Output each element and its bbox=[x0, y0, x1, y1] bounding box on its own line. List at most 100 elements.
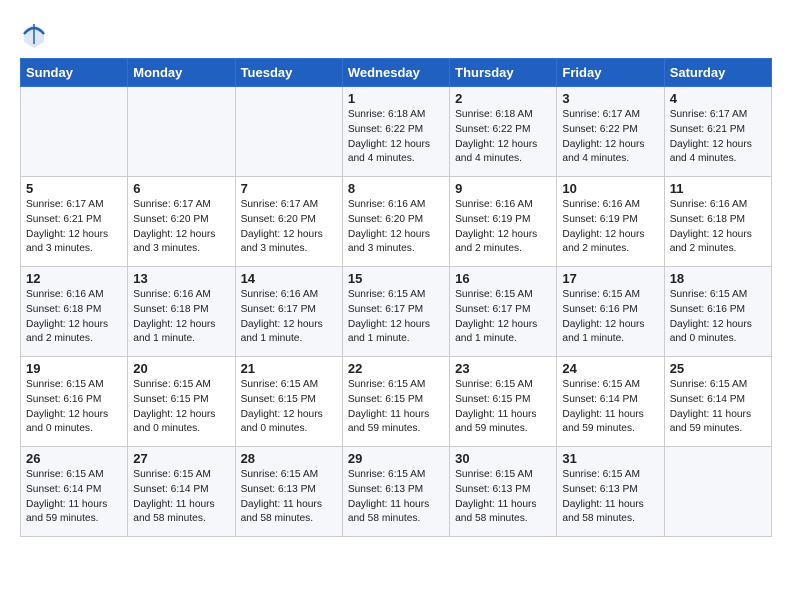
day-number: 15 bbox=[348, 271, 444, 286]
calendar-cell: 30 Sunrise: 6:15 AM Sunset: 6:13 PM Dayli… bbox=[450, 447, 557, 537]
calendar-cell: 9 Sunrise: 6:16 AM Sunset: 6:19 PM Daylig… bbox=[450, 177, 557, 267]
day-info: Sunrise: 6:15 AM Sunset: 6:14 PM Dayligh… bbox=[562, 378, 658, 437]
calendar-cell: 20 Sunrise: 6:15 AM Sunset: 6:15 PM Dayli… bbox=[128, 357, 235, 447]
day-info: Sunrise: 6:15 AM Sunset: 6:17 PM Dayligh… bbox=[348, 288, 444, 347]
day-info: Sunrise: 6:15 AM Sunset: 6:16 PM Dayligh… bbox=[562, 288, 658, 347]
weekday-header: Wednesday bbox=[342, 59, 449, 87]
calendar-cell: 29 Sunrise: 6:15 AM Sunset: 6:13 PM Dayli… bbox=[342, 447, 449, 537]
calendar-cell: 19Sunrise: 6:15 AM Sunset: 6:16 PM Dayli… bbox=[21, 357, 128, 447]
day-info: Sunrise: 6:15 AM Sunset: 6:15 PM Dayligh… bbox=[348, 378, 444, 437]
day-number: 27 bbox=[133, 451, 229, 466]
day-info: Sunrise: 6:16 AM Sunset: 6:17 PM Dayligh… bbox=[241, 288, 337, 347]
day-info: Sunrise: 6:15 AM Sunset: 6:14 PM Dayligh… bbox=[670, 378, 766, 437]
day-number: 8 bbox=[348, 181, 444, 196]
calendar-cell bbox=[128, 87, 235, 177]
day-number: 9 bbox=[455, 181, 551, 196]
weekday-header: Saturday bbox=[664, 59, 771, 87]
calendar-cell: 1Sunrise: 6:18 AM Sunset: 6:22 PM Daylig… bbox=[342, 87, 449, 177]
day-info: Sunrise: 6:15 AM Sunset: 6:17 PM Dayligh… bbox=[455, 288, 551, 347]
day-info: Sunrise: 6:17 AM Sunset: 6:20 PM Dayligh… bbox=[133, 198, 229, 257]
calendar-cell: 18 Sunrise: 6:15 AM Sunset: 6:16 PM Dayli… bbox=[664, 267, 771, 357]
day-info: Sunrise: 6:16 AM Sunset: 6:19 PM Dayligh… bbox=[562, 198, 658, 257]
day-info: Sunrise: 6:17 AM Sunset: 6:20 PM Dayligh… bbox=[241, 198, 337, 257]
day-info: Sunrise: 6:15 AM Sunset: 6:13 PM Dayligh… bbox=[348, 468, 444, 527]
calendar-cell: 10 Sunrise: 6:16 AM Sunset: 6:19 PM Dayli… bbox=[557, 177, 664, 267]
calendar-cell: 12 Sunrise: 6:16 AM Sunset: 6:18 PM Dayli… bbox=[21, 267, 128, 357]
day-number: 23 bbox=[455, 361, 551, 376]
day-number: 26 bbox=[26, 451, 122, 466]
day-info: Sunrise: 6:17 AM Sunset: 6:22 PM Dayligh… bbox=[562, 108, 658, 167]
calendar-cell: 25 Sunrise: 6:15 AM Sunset: 6:14 PM Dayli… bbox=[664, 357, 771, 447]
calendar-cell bbox=[21, 87, 128, 177]
calendar-cell: 13Sunrise: 6:16 AM Sunset: 6:18 PM Dayli… bbox=[128, 267, 235, 357]
day-number: 30 bbox=[455, 451, 551, 466]
calendar-cell: 21 Sunrise: 6:15 AM Sunset: 6:15 PM Dayli… bbox=[235, 357, 342, 447]
day-number: 13 bbox=[133, 271, 229, 286]
calendar-cell: 5 Sunrise: 6:17 AM Sunset: 6:21 PM Daylig… bbox=[21, 177, 128, 267]
calendar-cell: 31 Sunrise: 6:15 AM Sunset: 6:13 PM Dayli… bbox=[557, 447, 664, 537]
day-info: Sunrise: 6:16 AM Sunset: 6:18 PM Dayligh… bbox=[26, 288, 122, 347]
calendar-cell bbox=[664, 447, 771, 537]
day-info: Sunrise: 6:15 AM Sunset: 6:15 PM Dayligh… bbox=[241, 378, 337, 437]
day-number: 11 bbox=[670, 181, 766, 196]
calendar-cell: 16 Sunrise: 6:15 AM Sunset: 6:17 PM Dayli… bbox=[450, 267, 557, 357]
day-info: Sunrise: 6:17 AM Sunset: 6:21 PM Dayligh… bbox=[26, 198, 122, 257]
calendar-week-row: 5 Sunrise: 6:17 AM Sunset: 6:21 PM Daylig… bbox=[21, 177, 772, 267]
calendar-table: SundayMondayTuesdayWednesdayThursdayFrid… bbox=[20, 58, 772, 537]
logo-icon bbox=[20, 20, 48, 48]
weekday-header: Monday bbox=[128, 59, 235, 87]
day-info: Sunrise: 6:15 AM Sunset: 6:14 PM Dayligh… bbox=[26, 468, 122, 527]
day-number: 24 bbox=[562, 361, 658, 376]
day-info: Sunrise: 6:16 AM Sunset: 6:18 PM Dayligh… bbox=[670, 198, 766, 257]
day-info: Sunrise: 6:15 AM Sunset: 6:16 PM Dayligh… bbox=[670, 288, 766, 347]
calendar-cell: 8 Sunrise: 6:16 AM Sunset: 6:20 PM Daylig… bbox=[342, 177, 449, 267]
calendar-header: SundayMondayTuesdayWednesdayThursdayFrid… bbox=[21, 59, 772, 87]
day-info: Sunrise: 6:15 AM Sunset: 6:15 PM Dayligh… bbox=[455, 378, 551, 437]
day-number: 20 bbox=[133, 361, 229, 376]
calendar-cell: 2Sunrise: 6:18 AM Sunset: 6:22 PM Daylig… bbox=[450, 87, 557, 177]
calendar-cell: 17Sunrise: 6:15 AM Sunset: 6:16 PM Dayli… bbox=[557, 267, 664, 357]
weekday-header: Thursday bbox=[450, 59, 557, 87]
calendar-cell: 4 Sunrise: 6:17 AM Sunset: 6:21 PM Daylig… bbox=[664, 87, 771, 177]
calendar-cell: 23 Sunrise: 6:15 AM Sunset: 6:15 PM Dayli… bbox=[450, 357, 557, 447]
day-info: Sunrise: 6:15 AM Sunset: 6:13 PM Dayligh… bbox=[455, 468, 551, 527]
day-info: Sunrise: 6:16 AM Sunset: 6:20 PM Dayligh… bbox=[348, 198, 444, 257]
calendar-cell: 6 Sunrise: 6:17 AM Sunset: 6:20 PM Daylig… bbox=[128, 177, 235, 267]
day-number: 10 bbox=[562, 181, 658, 196]
calendar-cell: 14 Sunrise: 6:16 AM Sunset: 6:17 PM Dayli… bbox=[235, 267, 342, 357]
weekday-header: Sunday bbox=[21, 59, 128, 87]
calendar-week-row: 12 Sunrise: 6:16 AM Sunset: 6:18 PM Dayli… bbox=[21, 267, 772, 357]
day-number: 22 bbox=[348, 361, 444, 376]
calendar-cell: 26 Sunrise: 6:15 AM Sunset: 6:14 PM Dayli… bbox=[21, 447, 128, 537]
day-info: Sunrise: 6:18 AM Sunset: 6:22 PM Dayligh… bbox=[348, 108, 444, 167]
day-number: 4 bbox=[670, 91, 766, 106]
day-number: 19 bbox=[26, 361, 122, 376]
day-number: 25 bbox=[670, 361, 766, 376]
calendar-cell: 11 Sunrise: 6:16 AM Sunset: 6:18 PM Dayli… bbox=[664, 177, 771, 267]
day-number: 12 bbox=[26, 271, 122, 286]
day-info: Sunrise: 6:16 AM Sunset: 6:19 PM Dayligh… bbox=[455, 198, 551, 257]
day-number: 14 bbox=[241, 271, 337, 286]
day-info: Sunrise: 6:17 AM Sunset: 6:21 PM Dayligh… bbox=[670, 108, 766, 167]
page-header bbox=[20, 20, 772, 48]
day-number: 5 bbox=[26, 181, 122, 196]
day-number: 16 bbox=[455, 271, 551, 286]
calendar-cell: 22 Sunrise: 6:15 AM Sunset: 6:15 PM Dayli… bbox=[342, 357, 449, 447]
calendar-week-row: 1Sunrise: 6:18 AM Sunset: 6:22 PM Daylig… bbox=[21, 87, 772, 177]
day-number: 18 bbox=[670, 271, 766, 286]
weekday-header: Friday bbox=[557, 59, 664, 87]
calendar-cell: 7Sunrise: 6:17 AM Sunset: 6:20 PM Daylig… bbox=[235, 177, 342, 267]
calendar-week-row: 26 Sunrise: 6:15 AM Sunset: 6:14 PM Dayli… bbox=[21, 447, 772, 537]
day-number: 29 bbox=[348, 451, 444, 466]
day-number: 31 bbox=[562, 451, 658, 466]
day-number: 6 bbox=[133, 181, 229, 196]
day-number: 21 bbox=[241, 361, 337, 376]
day-number: 28 bbox=[241, 451, 337, 466]
calendar-cell: 27Sunrise: 6:15 AM Sunset: 6:14 PM Dayli… bbox=[128, 447, 235, 537]
logo bbox=[20, 20, 50, 48]
day-info: Sunrise: 6:15 AM Sunset: 6:15 PM Dayligh… bbox=[133, 378, 229, 437]
calendar-cell bbox=[235, 87, 342, 177]
day-info: Sunrise: 6:15 AM Sunset: 6:13 PM Dayligh… bbox=[562, 468, 658, 527]
day-info: Sunrise: 6:18 AM Sunset: 6:22 PM Dayligh… bbox=[455, 108, 551, 167]
weekday-header: Tuesday bbox=[235, 59, 342, 87]
